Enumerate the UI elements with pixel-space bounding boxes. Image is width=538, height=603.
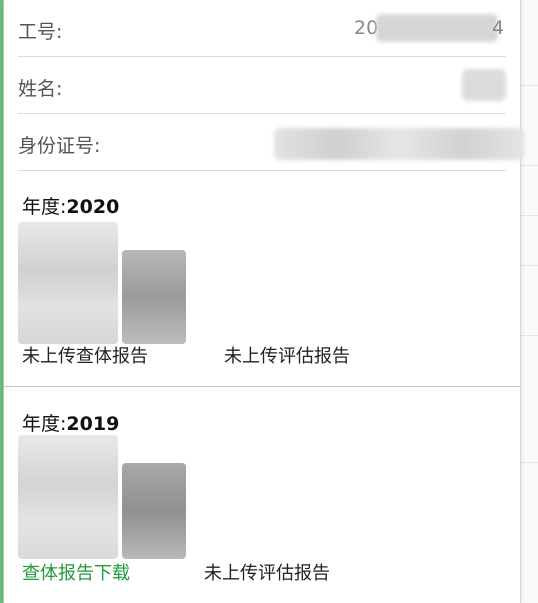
- year-value: 2020: [66, 196, 120, 218]
- redacted-mosaic: [18, 435, 186, 559]
- record-item: 年度:2019 查体报告下载 未上传评估报告: [4, 387, 520, 603]
- background-page-right: [519, 0, 538, 603]
- report-status-assessment: 未上传评估报告: [204, 563, 330, 584]
- employee-report-panel: 工号: 20 4 姓名: 身份证号: 年度:2020 未上传查体报告 未上传评估…: [3, 0, 524, 603]
- record-item: 年度:2020 未上传查体报告 未上传评估报告: [4, 170, 520, 386]
- year-title: 年度:2020: [22, 196, 120, 218]
- report-status-assessment: 未上传评估报告: [224, 346, 350, 367]
- employee-id-label: 工号:: [18, 21, 63, 43]
- employee-name-label: 姓名:: [18, 78, 63, 100]
- year-value: 2019: [66, 413, 120, 435]
- report-status-physical: 未上传查体报告: [22, 346, 148, 367]
- year-title: 年度:2019: [22, 413, 120, 435]
- redacted-mosaic: [18, 222, 186, 344]
- employee-id-value-start: 20: [354, 17, 379, 39]
- idcard-label: 身份证号:: [18, 135, 101, 157]
- employee-id-row: 工号: 20 4: [18, 0, 506, 57]
- redacted-mask: [274, 128, 524, 160]
- redacted-mask: [462, 69, 506, 101]
- idcard-row: 身份证号:: [18, 114, 524, 171]
- employee-name-row: 姓名:: [18, 57, 506, 114]
- redacted-mask: [376, 14, 498, 42]
- physical-report-download-link[interactable]: 查体报告下载: [22, 559, 130, 585]
- employee-id-value-end: 4: [492, 17, 505, 39]
